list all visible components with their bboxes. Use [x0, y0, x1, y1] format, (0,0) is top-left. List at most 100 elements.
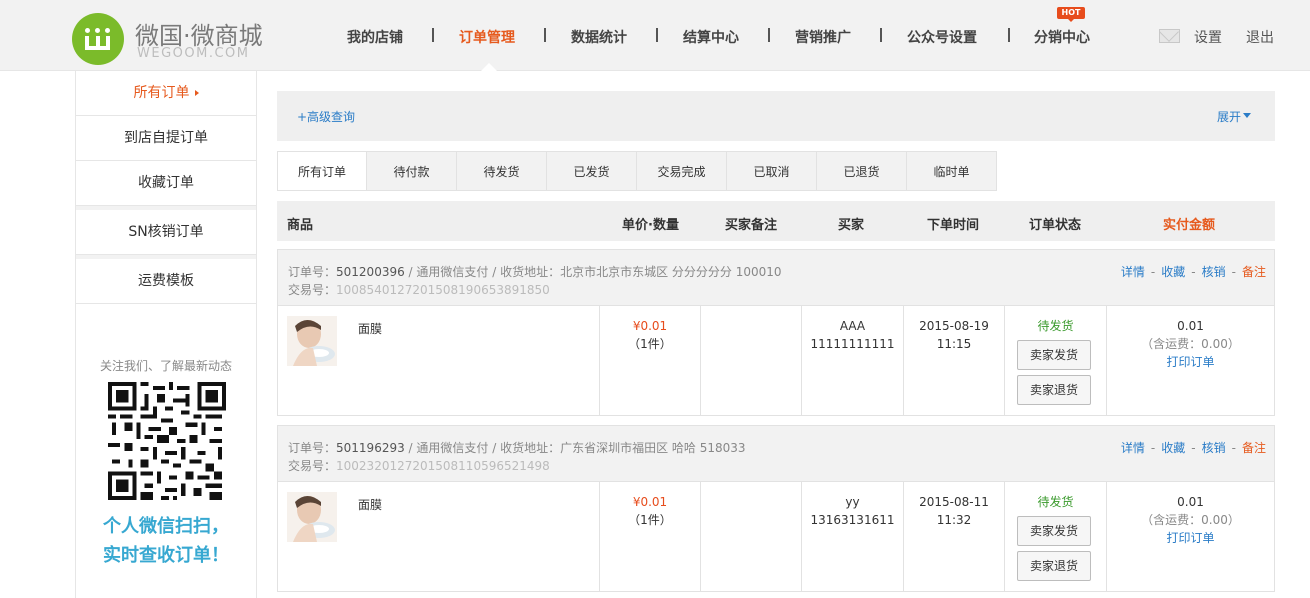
- col-order-time: 下单时间: [927, 218, 980, 233]
- col-price-qty: 单价·数量: [622, 218, 679, 233]
- order-payment-address: / 通用微信支付 / 收货地址：广东省深圳市福田区 哈哈 518033: [404, 441, 746, 455]
- transaction-number: 1008540127201508190653891850: [336, 283, 550, 297]
- tab-pending-shipment[interactable]: 待发货: [457, 151, 547, 191]
- chevron-down-icon[interactable]: [1243, 113, 1251, 118]
- order-date: 2015-08-19: [919, 319, 989, 333]
- search-panel: +高级查询 展开: [277, 91, 1275, 141]
- tab-shipped[interactable]: 已发货: [547, 151, 637, 191]
- return-button[interactable]: 卖家退货: [1017, 375, 1091, 405]
- transaction-line: 交易号：1008540127201508190653891850: [288, 281, 550, 298]
- order-table-header: 商品 单价·数量 买家备注 买家 下单时间 订单状态 实付金额: [277, 201, 1275, 241]
- logout-link[interactable]: 退出: [1246, 27, 1274, 47]
- unit-price: ¥0.01: [632, 495, 668, 509]
- product-name[interactable]: 面膜: [358, 320, 382, 337]
- return-button[interactable]: 卖家退货: [1017, 551, 1091, 581]
- expand-link[interactable]: 展开: [1217, 108, 1241, 125]
- order-actions: 详情 - 收藏 - 核销 - 备注: [1120, 265, 1266, 279]
- order-no-label: 订单号：: [288, 265, 337, 279]
- ship-button[interactable]: 卖家发货: [1017, 340, 1091, 370]
- col-paid-amount: 实付金额: [1163, 218, 1216, 233]
- verify-link[interactable]: 核销: [1202, 265, 1226, 279]
- tab-all-orders[interactable]: 所有订单: [277, 151, 367, 191]
- price-qty-cell: ¥0.01 （1件）: [600, 493, 700, 529]
- wechat-qr-code: [108, 382, 226, 500]
- col-order-status: 订单状态: [1029, 218, 1082, 233]
- order-status: 待发货: [1037, 495, 1074, 509]
- nav-divider: [656, 28, 658, 42]
- sidebar-item-shipping-template[interactable]: 运费模板: [76, 259, 256, 304]
- buyer-phone: 13163131611: [810, 513, 895, 527]
- buyer-name: yy: [845, 495, 860, 509]
- order-card: 订单号：501200396 / 通用微信支付 / 收货地址：北京市北京市东城区 …: [277, 249, 1275, 416]
- product-thumbnail[interactable]: [287, 316, 337, 366]
- product-thumbnail[interactable]: [287, 492, 337, 542]
- order-card: 订单号：501196293 / 通用微信支付 / 收货地址：广东省深圳市福田区 …: [277, 425, 1275, 592]
- verify-link[interactable]: 核销: [1202, 441, 1226, 455]
- price-qty-cell: ¥0.01 （1件）: [600, 317, 700, 353]
- tab-completed[interactable]: 交易完成: [637, 151, 727, 191]
- settings-link[interactable]: 设置: [1194, 27, 1222, 47]
- hot-badge: HOT: [1057, 7, 1085, 22]
- nav-marketing[interactable]: 营销推广: [795, 27, 851, 47]
- order-no-label: 订单号：: [288, 441, 337, 455]
- print-order-link[interactable]: 打印订单: [1107, 353, 1274, 371]
- order-number: 501200396: [336, 265, 405, 279]
- column-divider: [700, 306, 701, 415]
- nav-settlement[interactable]: 结算中心: [683, 27, 739, 47]
- nav-distribution[interactable]: 分销中心: [1034, 27, 1090, 47]
- order-info-line: 订单号：501196293 / 通用微信支付 / 收货地址：广东省深圳市福田区 …: [288, 439, 746, 456]
- favorite-link[interactable]: 收藏: [1161, 441, 1185, 455]
- paid-amount: 0.01: [1177, 319, 1204, 333]
- nav-official-account[interactable]: 公众号设置: [907, 27, 977, 47]
- buyer-cell: AAA 11111111111: [802, 317, 903, 353]
- nav-my-store[interactable]: 我的店铺: [347, 27, 403, 47]
- tab-cancelled[interactable]: 已取消: [727, 151, 817, 191]
- detail-link[interactable]: 详情: [1121, 265, 1145, 279]
- order-time-cell: 2015-08-11 11:32: [904, 493, 1004, 529]
- sidebar-item-pickup-orders[interactable]: 到店自提订单: [76, 116, 256, 161]
- txn-label: 交易号：: [288, 283, 337, 297]
- nav-divider: [1008, 28, 1010, 42]
- order-payment-address: / 通用微信支付 / 收货地址：北京市北京市东城区 分分分分分 100010: [404, 265, 782, 279]
- shipping-fee: （含运费：0.00）: [1141, 513, 1240, 527]
- order-time-cell: 2015-08-19 11:15: [904, 317, 1004, 353]
- nav-divider: [880, 28, 882, 42]
- transaction-line: 交易号：1002320127201508110596521498: [288, 457, 550, 474]
- advanced-search-link[interactable]: +高级查询: [297, 108, 355, 125]
- detail-link[interactable]: 详情: [1121, 441, 1145, 455]
- sidebar-item-all-orders[interactable]: 所有订单: [76, 71, 256, 116]
- nav-divider: [544, 28, 546, 42]
- note-link[interactable]: 备注: [1242, 265, 1266, 279]
- tab-temporary[interactable]: 临时单: [907, 151, 997, 191]
- order-date: 2015-08-11: [919, 495, 989, 509]
- brand-logo-icon[interactable]: [72, 13, 124, 65]
- product-name[interactable]: 面膜: [358, 496, 382, 513]
- col-buyer-note: 买家备注: [725, 218, 778, 233]
- ship-button[interactable]: 卖家发货: [1017, 516, 1091, 546]
- quantity: （1件）: [628, 337, 672, 351]
- tab-pending-payment[interactable]: 待付款: [367, 151, 457, 191]
- shipping-fee: （含运费：0.00）: [1141, 337, 1240, 351]
- top-header: 微国·微商城 WEGOOM.COM 我的店铺 订单管理 数据统计 结算中心 营销…: [0, 0, 1310, 71]
- follow-us-text: 关注我们、了解最新动态: [99, 359, 232, 373]
- order-status: 待发货: [1037, 319, 1074, 333]
- tab-returned[interactable]: 已退货: [817, 151, 907, 191]
- nav-order-management[interactable]: 订单管理: [459, 27, 515, 47]
- favorite-link[interactable]: 收藏: [1161, 265, 1185, 279]
- mail-icon[interactable]: [1159, 29, 1180, 43]
- transaction-number: 1002320127201508110596521498: [336, 459, 550, 473]
- nav-data-stats[interactable]: 数据统计: [571, 27, 627, 47]
- order-actions: 详情 - 收藏 - 核销 - 备注: [1120, 441, 1266, 455]
- sidebar-item-favorite-orders[interactable]: 收藏订单: [76, 161, 256, 206]
- amount-cell: 0.01 （含运费：0.00） 打印订单: [1107, 317, 1274, 371]
- note-link[interactable]: 备注: [1242, 441, 1266, 455]
- quantity: （1件）: [628, 513, 672, 527]
- sidebar-item-sn-orders[interactable]: SN核销订单: [76, 210, 256, 255]
- col-product: 商品: [287, 218, 314, 233]
- order-time: 11:32: [936, 513, 972, 527]
- print-order-link[interactable]: 打印订单: [1107, 529, 1274, 547]
- brand-domain: WEGOOM.COM: [137, 46, 250, 61]
- buyer-cell: yy 13163131611: [802, 493, 903, 529]
- order-time: 11:15: [936, 337, 972, 351]
- column-divider: [700, 482, 701, 591]
